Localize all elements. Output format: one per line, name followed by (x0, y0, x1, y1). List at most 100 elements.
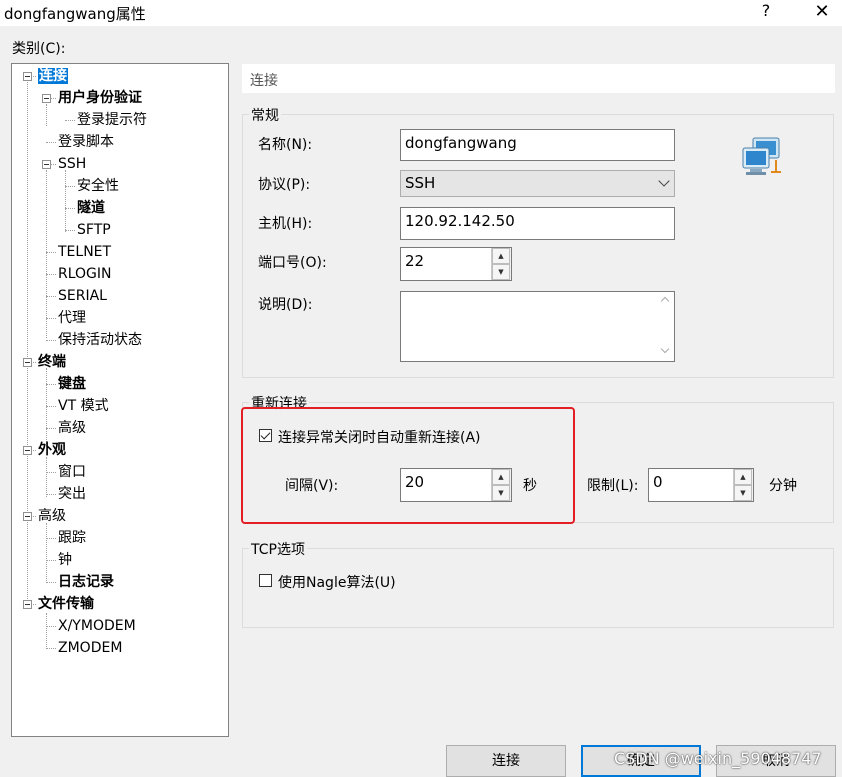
nagle-label[interactable]: 使用Nagle算法(U) (278, 572, 396, 592)
tree-item-label: 日志记录 (58, 574, 114, 590)
tree-item-label: 钟 (58, 552, 72, 568)
tree-item[interactable]: 日志记录 (58, 572, 114, 592)
tree-item[interactable]: 终端 (38, 352, 66, 372)
host-input[interactable]: 120.92.142.50 (400, 207, 675, 240)
tree-item-label: 用户身份验证 (58, 90, 142, 106)
tree-item-label: 跟踪 (58, 530, 86, 546)
port-label: 端口号(O): (258, 255, 327, 271)
tree-item[interactable]: 窗口 (58, 462, 86, 482)
tree-line (46, 384, 56, 385)
host-label: 主机(H): (258, 216, 313, 232)
tree-item-label: 登录脚本 (58, 134, 114, 150)
collapse-icon[interactable] (23, 512, 32, 521)
port-spinner: ▲ ▼ (491, 248, 511, 280)
tree-line (46, 457, 47, 497)
tree-line (46, 142, 56, 143)
tree-item[interactable]: 保持活动状态 (58, 330, 142, 350)
tree-item-label: SSH (58, 156, 87, 172)
limit-input[interactable]: 0 ▲ ▼ (648, 468, 754, 502)
tree-item[interactable]: 登录脚本 (58, 132, 114, 152)
tree-item[interactable]: TELNET (58, 242, 111, 262)
collapse-icon[interactable] (42, 160, 51, 169)
collapse-icon[interactable] (23, 358, 32, 367)
tree-item-label: 安全性 (77, 178, 119, 194)
collapse-icon[interactable] (23, 72, 32, 81)
collapse-icon[interactable] (42, 94, 51, 103)
tree-item-label: 高级 (38, 508, 66, 524)
spin-down-icon[interactable]: ▼ (492, 264, 510, 280)
tree-line (46, 472, 56, 473)
port-input[interactable]: 22 ▲ ▼ (400, 247, 512, 281)
tree-line (46, 274, 56, 275)
highlight-annotation (241, 407, 575, 524)
tree-item[interactable]: 登录提示符 (77, 110, 147, 130)
tree-item[interactable]: 跟踪 (58, 528, 86, 548)
name-input[interactable]: dongfangwang (400, 129, 675, 161)
tree-item[interactable]: 隧道 (77, 198, 105, 218)
tree-line (46, 523, 47, 583)
tree-item[interactable]: 安全性 (77, 176, 119, 196)
tree-item-label: 外观 (38, 442, 66, 458)
description-label: 说明(D): (258, 297, 313, 313)
tree-line (46, 104, 47, 126)
tree-line (65, 208, 75, 209)
protocol-select-value: SSH (405, 174, 436, 192)
tree-item[interactable]: 高级 (58, 418, 86, 438)
collapse-icon[interactable] (23, 446, 32, 455)
tree-item[interactable]: SERIAL (58, 286, 107, 306)
tree-line (46, 560, 56, 561)
tree-item[interactable]: RLOGIN (58, 264, 112, 284)
tree-item-label: 突出 (58, 486, 86, 502)
tcp-group-label: TCP选项 (249, 539, 307, 559)
tree-item[interactable]: VT 模式 (58, 396, 109, 416)
tree-item-label: SERIAL (58, 288, 107, 304)
tree-item-label: 连接 (38, 68, 68, 84)
tree-item[interactable]: 代理 (58, 308, 86, 328)
tree-item[interactable]: 高级 (38, 506, 66, 526)
tree-item-label: SFTP (77, 222, 111, 238)
tree-item[interactable]: ZMODEM (58, 638, 122, 658)
tree-line (65, 186, 75, 187)
connect-button[interactable]: 连接 (446, 745, 566, 777)
nagle-checkbox[interactable] (259, 574, 272, 587)
limit-unit: 分钟 (769, 478, 797, 494)
tree-item[interactable]: X/YMODEM (58, 616, 136, 636)
category-label: 类别(C): (12, 41, 66, 57)
tree-item[interactable]: 用户身份验证 (58, 88, 142, 108)
chevron-down-icon (658, 175, 670, 187)
tree-line (46, 494, 56, 495)
name-label: 名称(N): (258, 137, 313, 153)
tree-item[interactable]: SFTP (77, 220, 111, 240)
tree-item-label: 登录提示符 (77, 112, 147, 128)
limit-value: 0 (653, 473, 663, 491)
spin-down-icon[interactable]: ▼ (734, 485, 752, 501)
tree-item[interactable]: 键盘 (58, 374, 86, 394)
section-header-title: 连接 (250, 73, 278, 89)
tree-item[interactable]: 外观 (38, 440, 66, 460)
spin-up-icon[interactable]: ▲ (734, 469, 752, 485)
limit-label: 限制(L): (587, 478, 639, 494)
description-scrollbar[interactable] (657, 292, 674, 361)
category-tree[interactable]: 连接用户身份验证登录提示符登录脚本 SSH 安全性隧道 SFTP TELNET RLOGI… (11, 63, 229, 737)
tree-item[interactable]: SSH (58, 154, 86, 174)
spin-up-icon[interactable]: ▲ (492, 248, 510, 264)
tree-item[interactable]: 连接 (38, 66, 68, 86)
tree-item-label: 高级 (58, 420, 86, 436)
section-header (242, 64, 835, 93)
tree-item[interactable]: 钟 (58, 550, 72, 570)
description-textarea[interactable] (400, 291, 675, 362)
help-button[interactable]: ? (754, 1, 778, 23)
tree-line (46, 406, 56, 407)
tree-item[interactable]: 突出 (58, 484, 86, 504)
protocol-select[interactable]: SSH (400, 170, 675, 197)
tree-line (46, 582, 56, 583)
tree-item-label: 终端 (38, 354, 66, 370)
close-button[interactable]: ✕ (810, 1, 834, 23)
tree-item-label: 代理 (58, 310, 86, 326)
collapse-icon[interactable] (23, 600, 32, 609)
tree-item[interactable]: 文件传输 (38, 594, 94, 614)
tree-line (46, 318, 56, 319)
scroll-down-icon[interactable] (660, 344, 670, 354)
scroll-up-icon[interactable] (660, 296, 670, 306)
tree-line (46, 170, 47, 338)
